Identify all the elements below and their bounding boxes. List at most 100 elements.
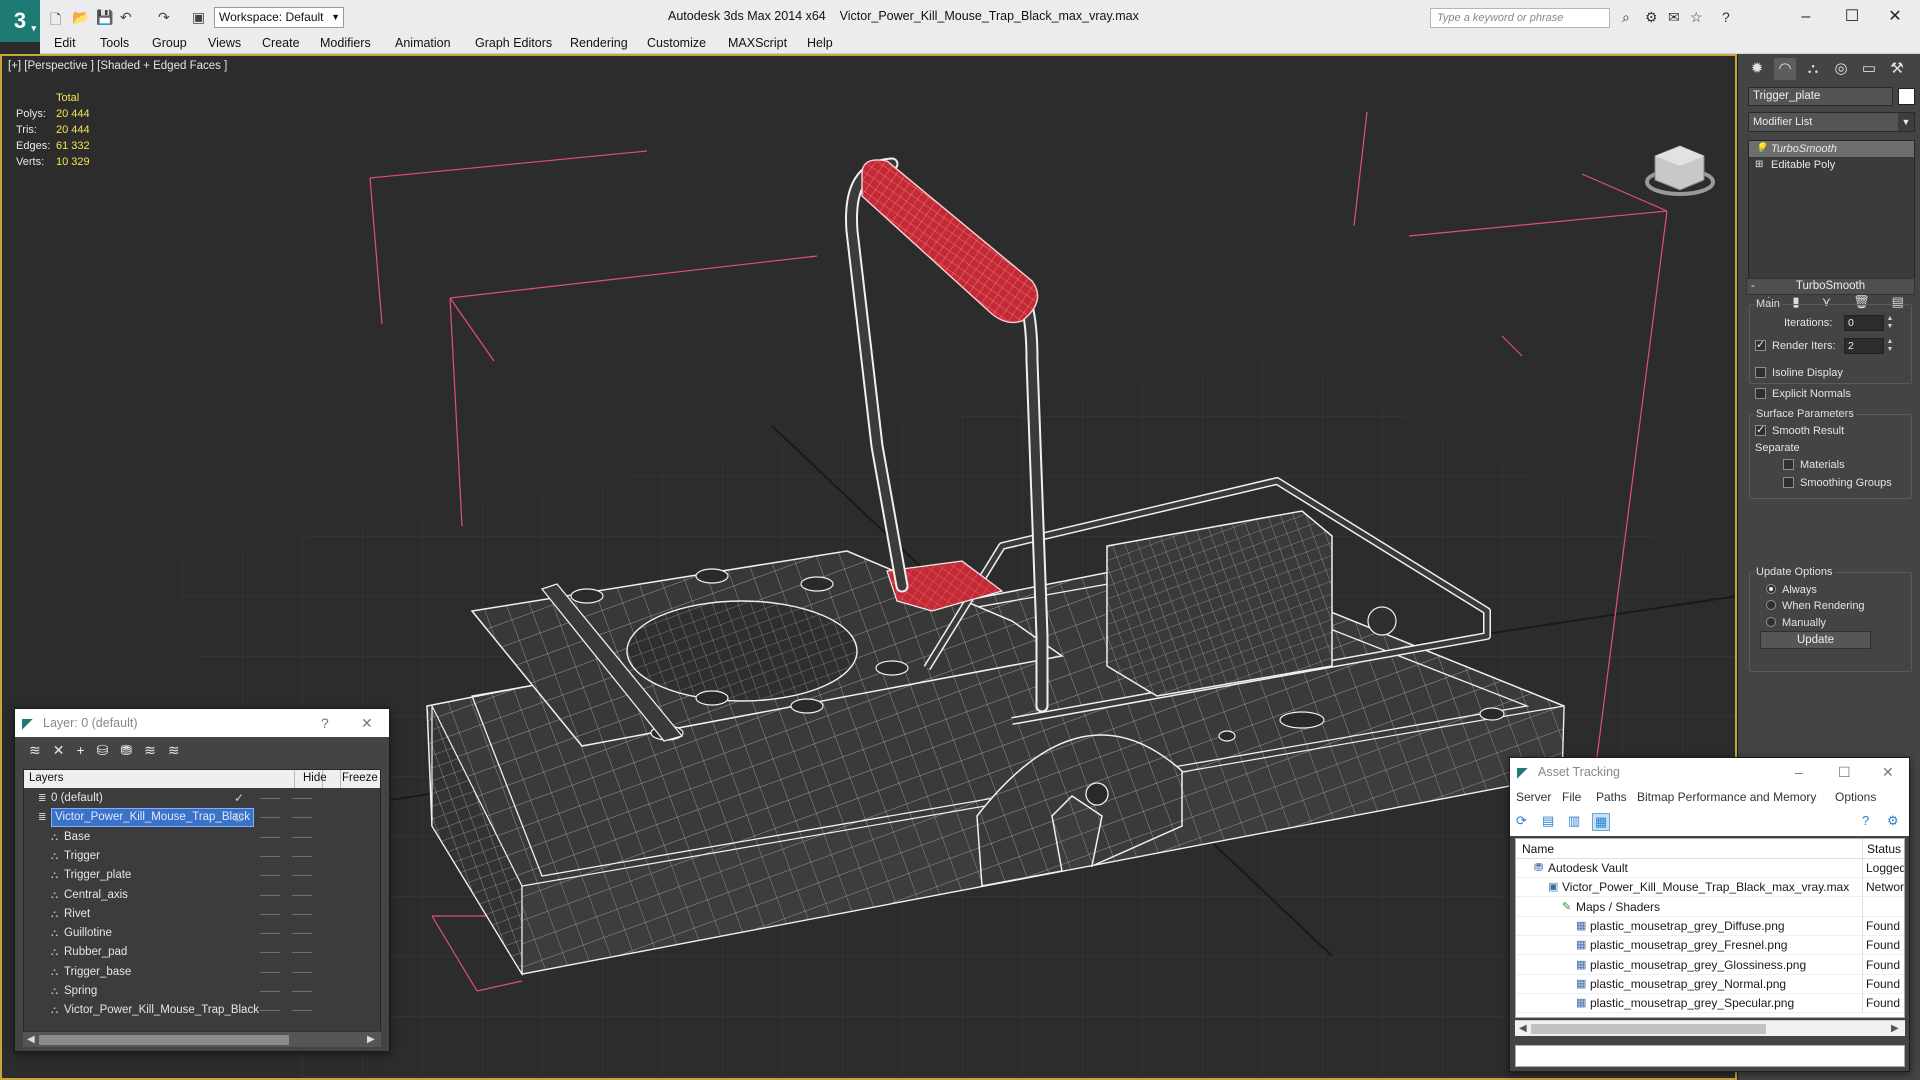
stack-item-turbosmooth[interactable]: 💡 TurboSmooth xyxy=(1749,141,1914,157)
asset-horizontal-scrollbar[interactable]: ◀ ▶ xyxy=(1515,1020,1905,1036)
layer-row[interactable]: ⛬ Trigger_plate —— —— xyxy=(24,866,380,885)
scroll-right-icon[interactable]: ▶ xyxy=(367,1032,375,1048)
asset-window-titlebar[interactable]: ◤ Asset Tracking – ☐ ✕ xyxy=(1510,758,1909,786)
hide-toggle[interactable]: —— xyxy=(260,828,280,847)
minimize-button[interactable]: – xyxy=(1783,4,1829,30)
scroll-left-icon[interactable]: ◀ xyxy=(27,1032,35,1048)
open-file-icon[interactable]: 📂 xyxy=(72,9,89,26)
make-current-icon[interactable]: ▢ xyxy=(234,808,243,827)
hide-toggle[interactable]: —— xyxy=(260,905,280,924)
freeze-toggle[interactable]: —— xyxy=(292,886,312,905)
always-radio[interactable] xyxy=(1766,584,1776,594)
expand-plus-icon[interactable]: ⊞ xyxy=(1755,157,1763,173)
col-status[interactable]: Status xyxy=(1867,842,1901,856)
viewport-label[interactable]: [+] [Perspective ] [Shaded + Edged Faces… xyxy=(8,60,227,72)
hide-toggle[interactable]: —— xyxy=(260,963,280,982)
favorites-icon[interactable]: ☆ xyxy=(1690,9,1703,26)
freeze-toggle[interactable]: —— xyxy=(292,943,312,962)
settings-icon[interactable]: ⚙ xyxy=(1887,813,1899,829)
freeze-toggle[interactable]: —— xyxy=(292,905,312,924)
asset-row[interactable]: ▦ plastic_mousetrap_grey_Fresnel.png Found xyxy=(1516,936,1904,956)
iterations-spinner[interactable]: 0 xyxy=(1844,315,1884,331)
layer-row[interactable]: ⛬ Central_axis —— —— xyxy=(24,886,380,905)
close-icon[interactable]: ✕ xyxy=(1882,758,1894,786)
layer-row[interactable]: ⛬ Base —— —— xyxy=(24,828,380,847)
hierarchy-tab-icon[interactable]: ⛬ xyxy=(1802,58,1824,80)
asset-path-field[interactable] xyxy=(1515,1045,1905,1067)
close-icon[interactable]: ✕ xyxy=(361,709,373,737)
freeze-toggle[interactable]: —— xyxy=(292,828,312,847)
hide-toggle[interactable]: —— xyxy=(260,847,280,866)
motion-tab-icon[interactable]: ◎ xyxy=(1830,58,1852,80)
when-rendering-radio[interactable] xyxy=(1766,600,1776,610)
menu-help[interactable]: Help xyxy=(807,36,833,50)
hide-toggle[interactable]: —— xyxy=(260,789,280,808)
utilities-tab-icon[interactable]: ⚒ xyxy=(1886,58,1908,80)
workspace-dropdown[interactable]: Workspace: Default ▼ xyxy=(214,7,344,28)
list-view-icon[interactable]: ▤ xyxy=(1542,813,1554,829)
render-iters-row[interactable]: Render Iters: xyxy=(1755,338,1836,352)
layer-window-titlebar[interactable]: ◤ Layer: 0 (default) ? ✕ xyxy=(15,709,389,737)
asset-row[interactable]: ▦ plastic_mousetrap_grey_Normal.png Found xyxy=(1516,974,1904,994)
hide-toggle[interactable]: —— xyxy=(260,886,280,905)
layer-row[interactable]: ⛬ Spring —— —— xyxy=(24,982,380,1001)
layer-horizontal-scrollbar[interactable]: ◀ ▶ xyxy=(23,1031,381,1047)
freeze-toggle[interactable]: —— xyxy=(292,789,312,808)
menu-edit[interactable]: Edit xyxy=(54,36,76,50)
close-button[interactable]: ✕ xyxy=(1872,4,1918,30)
modify-tab-icon[interactable]: ◠ xyxy=(1774,58,1796,80)
save-icon[interactable]: 💾 xyxy=(96,9,113,26)
modifier-list-dropdown[interactable]: Modifier List ▼ xyxy=(1748,112,1915,132)
smoothing-groups-checkbox[interactable] xyxy=(1783,477,1794,488)
asset-row[interactable]: ⛃ Autodesk Vault Logged xyxy=(1516,859,1904,878)
project-folder-icon[interactable]: ▣ xyxy=(192,9,205,26)
isoline-checkbox[interactable] xyxy=(1755,367,1766,378)
menu-graph-editors[interactable]: Graph Editors xyxy=(475,36,552,50)
asset-menu-file[interactable]: File xyxy=(1562,790,1581,804)
layer-row[interactable]: ⛬ Rivet —— —— xyxy=(24,905,380,924)
asset-row[interactable]: ▦ plastic_mousetrap_grey_Glossiness.png Fo… xyxy=(1516,955,1904,975)
menu-modifiers[interactable]: Modifiers xyxy=(320,36,371,50)
update-button[interactable]: Update xyxy=(1760,631,1871,649)
freeze-toggle[interactable]: —— xyxy=(292,982,312,1001)
new-layer-icon[interactable]: ≋ xyxy=(29,742,41,759)
hide-toggle[interactable]: —— xyxy=(260,982,280,1001)
hide-toggle[interactable]: —— xyxy=(260,808,280,827)
viewcube-icon[interactable] xyxy=(1645,145,1715,196)
col-hide[interactable]: Hide xyxy=(303,772,327,784)
materials-row[interactable]: Materials xyxy=(1783,459,1845,471)
freeze-toggle[interactable]: —— xyxy=(292,963,312,982)
smoothing-groups-row[interactable]: Smoothing Groups xyxy=(1783,477,1892,489)
col-layers[interactable]: Layers xyxy=(29,772,64,784)
scrollbar-thumb[interactable] xyxy=(1531,1024,1766,1034)
hide-toggle[interactable]: —— xyxy=(260,1001,280,1020)
help-icon[interactable]: ? xyxy=(321,709,329,737)
search-input[interactable]: Type a keyword or phrase xyxy=(1430,8,1610,28)
col-name[interactable]: Name xyxy=(1522,842,1554,856)
menu-views[interactable]: Views xyxy=(208,36,241,50)
freeze-toggle[interactable]: —— xyxy=(292,808,312,827)
binoculars-icon[interactable]: ⌕ xyxy=(1622,9,1630,26)
current-layer-check-icon[interactable]: ✓ xyxy=(234,789,244,808)
display-tab-icon[interactable]: ▭ xyxy=(1858,58,1880,80)
menu-rendering[interactable]: Rendering xyxy=(570,36,628,50)
layer-row[interactable]: ⛬ Rubber_pad —— —— xyxy=(24,943,380,962)
maximize-button[interactable]: ☐ xyxy=(1829,4,1875,30)
app-logo[interactable]: 3 ▾ xyxy=(0,0,40,42)
manually-row[interactable]: Manually xyxy=(1766,617,1826,629)
create-tab-icon[interactable]: ✹ xyxy=(1746,58,1768,80)
render-iters-spinner[interactable]: 2 xyxy=(1844,338,1884,354)
explicit-normals-checkbox[interactable] xyxy=(1755,388,1766,399)
menu-maxscript[interactable]: MAXScript xyxy=(728,36,787,50)
maximize-icon[interactable]: ☐ xyxy=(1838,758,1851,786)
menu-animation[interactable]: Animation xyxy=(395,36,451,50)
asset-menu-server[interactable]: Server xyxy=(1516,790,1551,804)
layer-row[interactable]: ⛬ Trigger —— —— xyxy=(24,847,380,866)
manually-radio[interactable] xyxy=(1766,617,1776,627)
smooth-result-row[interactable]: Smooth Result xyxy=(1755,423,1844,437)
redo-icon[interactable]: ↷ xyxy=(158,9,170,26)
smooth-result-checkbox[interactable] xyxy=(1755,423,1766,436)
object-name-field[interactable]: Trigger_plate xyxy=(1748,87,1893,106)
spinner-arrows-icon[interactable]: ▲ ▼ xyxy=(1886,315,1894,331)
hide-all-icon[interactable]: ≋ xyxy=(144,742,156,759)
